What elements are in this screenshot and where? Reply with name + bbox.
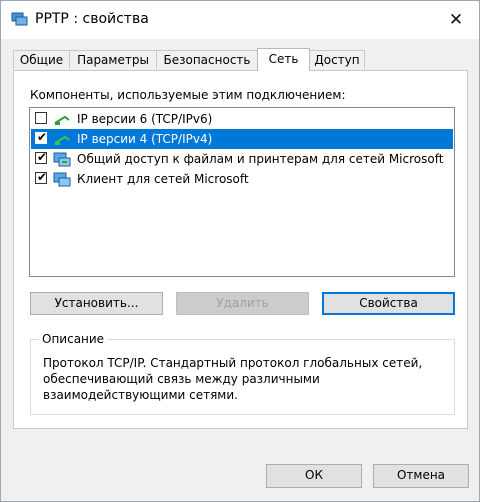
list-item-label: Клиент для сетей Microsoft <box>77 172 249 186</box>
list-item-ipv6[interactable]: IP версии 6 (TCP/IPv6) <box>31 109 453 129</box>
list-item-label: Общий доступ к файлам и принтерам для се… <box>77 152 444 166</box>
check-icon: ✔ <box>36 150 48 164</box>
tab-security[interactable]: Безопасность <box>156 50 258 69</box>
tab-network[interactable]: Сеть <box>257 48 310 71</box>
list-item-label: IP версии 6 (TCP/IPv6) <box>77 112 213 126</box>
ok-button[interactable]: ОК <box>266 464 362 488</box>
tab-sharing[interactable]: Доступ <box>309 50 365 69</box>
tab-general[interactable]: Общие <box>13 50 70 69</box>
checkbox[interactable]: ✔ <box>35 170 48 184</box>
check-icon: ✔ <box>36 170 48 184</box>
cancel-button[interactable]: Отмена <box>373 464 469 488</box>
install-button[interactable]: Установить... <box>30 292 163 315</box>
network-client-icon <box>53 172 71 187</box>
properties-window: PPTP : свойства ✕ Общие Параметры Безопа… <box>0 0 480 502</box>
checkbox[interactable] <box>35 112 47 124</box>
network-service-icon <box>53 152 71 167</box>
network-protocol-icon <box>54 115 70 125</box>
list-item-ms-client[interactable]: ✔ Клиент для сетей Microsoft <box>31 169 453 189</box>
description-title: Описание <box>39 332 108 346</box>
components-list[interactable]: IP версии 6 (TCP/IPv6) ✔ IP версии 4 (TC… <box>29 107 455 277</box>
tab-parameters[interactable]: Параметры <box>69 50 157 69</box>
components-label: Компоненты, используемые этим подключени… <box>30 88 346 102</box>
title-bar[interactable]: PPTP : свойства ✕ <box>1 1 479 39</box>
list-item-ipv4[interactable]: ✔ IP версии 4 (TCP/IPv4) <box>31 129 453 149</box>
remove-button[interactable]: Удалить <box>176 292 309 315</box>
checkbox[interactable]: ✔ <box>35 130 48 144</box>
network-tab-panel: Компоненты, используемые этим подключени… <box>13 70 468 429</box>
list-item-file-sharing[interactable]: ✔ Общий доступ к файлам и принтерам для … <box>31 149 453 169</box>
description-text: Протокол TCP/IP. Стандартный протокол гл… <box>43 356 423 402</box>
network-protocol-icon <box>54 135 70 145</box>
description-group: Описание Протокол TCP/IP. Стандартный пр… <box>30 332 455 415</box>
window-title: PPTP : свойства <box>35 11 149 27</box>
close-icon[interactable]: ✕ <box>433 1 479 39</box>
checkbox[interactable]: ✔ <box>35 150 48 164</box>
check-icon: ✔ <box>36 130 48 144</box>
list-item-label: IP версии 4 (TCP/IPv4) <box>77 132 213 146</box>
network-connection-icon <box>11 12 28 26</box>
properties-button[interactable]: Свойства <box>322 292 455 315</box>
